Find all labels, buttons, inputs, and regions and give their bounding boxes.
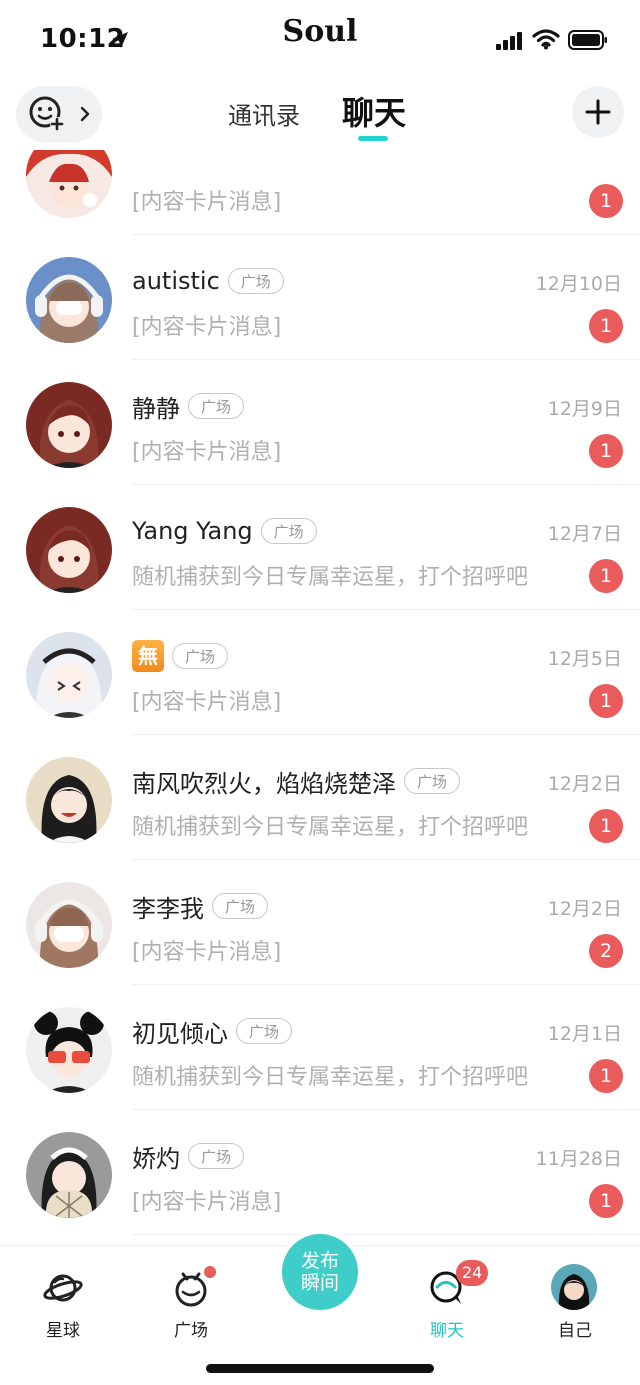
chat-last-message: [内容卡片消息] (132, 315, 282, 340)
chat-name-line: 李李我 广场 (132, 888, 269, 924)
planet-icon (43, 1274, 83, 1302)
chat-row[interactable]: 初见倾心 广场 12月1日 随机捕获到今日专属幸运星，打个招呼吧 1 (0, 985, 640, 1110)
square-tag: 广场 (172, 643, 229, 669)
chat-date: 12月5日 (547, 648, 622, 670)
status-bar: 10:12 Soul (0, 0, 640, 80)
unread-badge: 1 (589, 1059, 623, 1093)
nav-chat[interactable]: 24 聊天 (402, 1256, 492, 1346)
chat-last-message: [内容卡片消息] (132, 190, 282, 215)
chat-row[interactable]: 娇灼 广场 11月28日 [内容卡片消息] 1 (0, 1110, 640, 1235)
unread-badge: 1 (589, 1184, 623, 1218)
notification-dot (204, 1266, 216, 1278)
square-tag: 广场 (404, 768, 461, 794)
avatar[interactable] (26, 257, 112, 343)
chat-name: autistic (132, 267, 220, 295)
nav-label: 聊天 (430, 1321, 464, 1341)
chat-last-message: [内容卡片消息] (132, 440, 282, 465)
square-tag: 广场 (260, 518, 317, 544)
unread-badge: 1 (589, 684, 623, 718)
unread-badge: 1 (589, 309, 623, 343)
cellular-signal-icon (496, 32, 522, 50)
chat-date: 11月28日 (535, 1148, 622, 1170)
chat-last-message: 随机捕获到今日专属幸运星，打个招呼吧 (132, 1065, 529, 1090)
nav-profile[interactable]: 自己 (530, 1256, 620, 1346)
active-tab-indicator (358, 136, 388, 141)
avatar[interactable] (26, 1007, 112, 1093)
avatar[interactable] (26, 632, 112, 718)
unread-badge: 1 (589, 184, 623, 218)
chat-name: Yang Yang (132, 517, 253, 545)
chat-name: 静静 (132, 394, 180, 423)
chat-last-message: [内容卡片消息] (132, 1190, 282, 1215)
chat-date: 12月2日 (547, 773, 622, 795)
chat-row[interactable]: Yang Yang 广场 12月7日 随机捕获到今日专属幸运星，打个招呼吧 1 (0, 485, 640, 610)
tab-contacts[interactable]: 通讯录 (228, 96, 300, 131)
chat-name: 無 (132, 640, 164, 672)
chat-row[interactable]: [内容卡片消息] 1 (0, 150, 640, 235)
avatar[interactable] (26, 882, 112, 968)
profile-avatar (551, 1264, 597, 1310)
battery-icon (568, 30, 607, 50)
plus-icon (585, 99, 611, 125)
chat-last-message: [内容卡片消息] (132, 690, 282, 715)
chat-name-line: 初见倾心 广场 (132, 1013, 293, 1049)
chat-name: 初见倾心 (132, 1019, 228, 1048)
chat-name-line: Yang Yang 广场 (132, 513, 317, 549)
chat-last-message: 随机捕获到今日专属幸运星，打个招呼吧 (132, 815, 529, 840)
avatar[interactable] (26, 382, 112, 468)
chat-last-message: 随机捕获到今日专属幸运星，打个招呼吧 (132, 565, 529, 590)
square-tag: 广场 (212, 893, 269, 919)
add-smiley-icon (29, 96, 64, 131)
chat-list[interactable]: [内容卡片消息] 1 autistic 广场 12月10日 [内容卡片消息] 1… (0, 150, 640, 1245)
chat-last-message: [内容卡片消息] (132, 940, 282, 965)
publish-label-line1: 发布 (300, 1250, 339, 1272)
nav-label: 自己 (558, 1321, 592, 1341)
tab-chat[interactable]: 聊天 (342, 88, 406, 134)
chat-name-line: autistic 广场 (132, 263, 284, 299)
unread-badge: 1 (589, 559, 623, 593)
chat-row[interactable]: 静静 广场 12月9日 [内容卡片消息] 1 (0, 360, 640, 485)
bottom-nav: 星球 广场 发布 瞬间 24 聊天 自己 (0, 1234, 640, 1385)
publish-moment-button[interactable]: 发布 瞬间 (282, 1234, 358, 1310)
avatar[interactable] (26, 757, 112, 843)
avatar[interactable] (26, 150, 112, 218)
chat-row[interactable]: 南风吹烈火，焰焰烧楚泽 广场 12月2日 随机捕获到今日专属幸运星，打个招呼吧 … (0, 735, 640, 860)
chat-date: 12月9日 (547, 398, 622, 420)
chat-name-line: 無 广场 (132, 638, 229, 674)
publish-label-line2: 瞬间 (300, 1272, 339, 1294)
chat-date: 12月10日 (535, 273, 622, 295)
unread-badge: 1 (589, 434, 623, 468)
chat-name: 娇灼 (132, 1144, 180, 1173)
chat-row[interactable]: 無 广场 12月5日 [内容卡片消息] 1 (0, 610, 640, 735)
chat-unread-count: 24 (456, 1260, 489, 1286)
nav-square[interactable]: 广场 (146, 1256, 236, 1346)
plus-button[interactable] (572, 86, 624, 138)
nav-planet[interactable]: 星球 (18, 1256, 108, 1346)
square-tag: 广场 (188, 1143, 245, 1169)
add-friend-button[interactable] (16, 86, 102, 142)
chat-date: 12月2日 (547, 898, 622, 920)
square-tag: 广场 (188, 393, 245, 419)
square-tag: 广场 (236, 1018, 293, 1044)
chat-row[interactable]: autistic 广场 12月10日 [内容卡片消息] 1 (0, 235, 640, 360)
square-tag: 广场 (227, 268, 284, 294)
chat-name-line: 娇灼 广场 (132, 1138, 245, 1174)
nav-label: 广场 (174, 1321, 208, 1341)
nav-label: 星球 (46, 1321, 80, 1341)
home-indicator (206, 1364, 434, 1373)
unread-badge: 2 (589, 934, 623, 968)
chat-name: 南风吹烈火，焰焰烧楚泽 (132, 769, 396, 798)
unread-badge: 1 (589, 809, 623, 843)
chat-date: 12月1日 (547, 1023, 622, 1045)
chat-name-line: 静静 广场 (132, 388, 245, 424)
chat-header: 通讯录 聊天 (0, 80, 640, 150)
avatar[interactable] (26, 1132, 112, 1218)
wifi-icon (532, 29, 560, 50)
chat-date: 12月7日 (547, 523, 622, 545)
chevron-right-icon (80, 106, 90, 122)
avatar[interactable] (26, 507, 112, 593)
chat-name-line: 南风吹烈火，焰焰烧楚泽 广场 (132, 763, 461, 799)
chat-name: 李李我 (132, 894, 204, 923)
chat-row[interactable]: 李李我 广场 12月2日 [内容卡片消息] 2 (0, 860, 640, 985)
